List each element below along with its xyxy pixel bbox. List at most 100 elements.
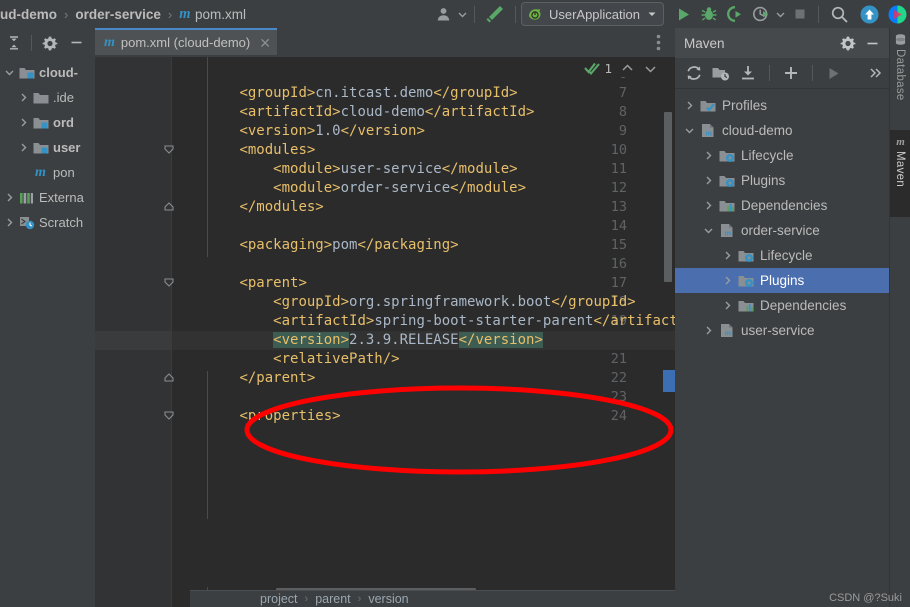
code-token: </version> xyxy=(458,332,543,348)
scratches-icon xyxy=(17,215,36,230)
run-configuration-selector[interactable]: UserApplication xyxy=(520,2,664,26)
update-arrow-icon[interactable] xyxy=(854,2,884,26)
maven-m-icon: m xyxy=(35,164,46,180)
chevron-right-icon[interactable] xyxy=(700,150,717,161)
collapse-all-icon[interactable] xyxy=(3,31,25,55)
maven-tree-item[interactable]: Dependencies xyxy=(675,193,890,218)
breadcrumb-parent[interactable]: parent xyxy=(315,592,350,606)
minimize-icon[interactable] xyxy=(860,31,884,55)
project-tree-item[interactable]: user xyxy=(0,135,95,160)
maven-tree-item[interactable]: m order-service xyxy=(675,218,890,243)
stripe-tab-database[interactable]: Database xyxy=(890,28,910,131)
stop-square-icon[interactable] xyxy=(787,2,813,26)
gear-icon[interactable] xyxy=(836,31,860,55)
code-line: <groupId>org.springframework.boot</group… xyxy=(172,293,635,312)
chevron-right-icon[interactable] xyxy=(719,300,736,311)
breadcrumb-item-file[interactable]: pom.xml xyxy=(195,7,246,22)
ide-logo-icon[interactable] xyxy=(884,2,910,26)
chevrons-right-icon[interactable] xyxy=(862,61,890,85)
code-token: </groupId> xyxy=(433,85,518,101)
search-icon[interactable] xyxy=(824,2,854,26)
gear-icon[interactable] xyxy=(38,31,62,55)
chevron-right-icon[interactable] xyxy=(700,175,717,186)
maven-tree-item-label: cloud-demo xyxy=(722,123,793,138)
download-icon[interactable] xyxy=(736,61,762,85)
breadcrumb-project[interactable]: project xyxy=(260,592,298,606)
maven-tree-item[interactable]: Plugins xyxy=(675,168,890,193)
inspection-widget[interactable]: 1 xyxy=(582,60,659,77)
maven-tree: Profiles m cloud-demo Lifecycle Plugins Depen… xyxy=(675,89,890,343)
breadcrumb: ud-demo › order-service › m pom.xml xyxy=(0,0,246,28)
panel-divider xyxy=(31,34,32,51)
maven-tree-item[interactable]: Profiles xyxy=(675,93,890,118)
project-tree-item[interactable]: m pon xyxy=(0,160,95,185)
more-vertical-icon[interactable] xyxy=(656,28,661,57)
project-tree-item[interactable]: Scratch xyxy=(0,210,95,235)
project-tree-item[interactable]: cloud- xyxy=(0,60,95,85)
project-tool-window: cloud- .ide ord user m pon Externa Scratch xyxy=(0,28,95,607)
maven-tree-item[interactable]: m user-service xyxy=(675,318,890,343)
profiler-icon[interactable] xyxy=(748,2,774,26)
editor-vertical-scrollbar[interactable] xyxy=(664,112,672,282)
chevron-right-icon[interactable] xyxy=(2,217,17,228)
maven-tree-item[interactable]: Lifecycle xyxy=(675,243,890,268)
chevron-right-icon[interactable] xyxy=(700,325,717,336)
debug-bug-icon[interactable] xyxy=(696,2,722,26)
code-line: <relativePath/> xyxy=(172,350,399,369)
run-with-coverage-icon[interactable] xyxy=(722,2,748,26)
code-token: </module> xyxy=(450,180,527,196)
run-play-icon[interactable] xyxy=(821,61,847,85)
project-tree-item-label: cloud- xyxy=(39,65,78,80)
maven-tree-item-selected[interactable]: Plugins xyxy=(675,268,890,293)
maven-tool-window: Maven Profiles m cloud-demo Lifecycle Pl… xyxy=(675,28,890,607)
code-token: cloud-demo xyxy=(340,104,425,120)
chevron-right-icon[interactable] xyxy=(16,117,31,128)
chevron-down-icon[interactable] xyxy=(457,2,469,26)
chevron-down-icon[interactable] xyxy=(681,125,698,136)
code-content[interactable]: <groupId>cn.itcast.demo</groupId> <artif… xyxy=(172,57,675,607)
maven-tree-item-label: Lifecycle xyxy=(760,248,813,263)
chevron-right-icon[interactable] xyxy=(719,275,736,286)
code-editor[interactable]: 6789101112131415161718192021222324 <grou… xyxy=(95,57,675,607)
chevron-right-icon[interactable] xyxy=(681,100,698,111)
ide-window: ud-demo › order-service › m pom.xml User… xyxy=(0,0,910,607)
chevron-down-icon[interactable] xyxy=(774,2,787,26)
code-line: <groupId>cn.itcast.demo</groupId> xyxy=(172,84,518,103)
maven-tree-item[interactable]: m cloud-demo xyxy=(675,118,890,143)
project-tree-item-label: Scratch xyxy=(39,215,84,230)
chevron-down-icon[interactable] xyxy=(700,225,717,236)
stripe-tab-maven[interactable]: m Maven xyxy=(890,130,910,217)
chevron-right-icon[interactable] xyxy=(16,92,31,103)
breadcrumb-item-module[interactable]: order-service xyxy=(75,7,161,22)
maven-tree-item[interactable]: Dependencies xyxy=(675,293,890,318)
chevron-down-icon[interactable] xyxy=(2,67,17,78)
project-tree-item[interactable]: ord xyxy=(0,110,95,135)
maven-project-icon: m xyxy=(698,123,718,138)
chevron-up-icon[interactable] xyxy=(621,62,634,75)
minimize-icon[interactable] xyxy=(64,31,88,55)
chevron-right-icon[interactable] xyxy=(719,250,736,261)
add-folder-icon[interactable] xyxy=(708,61,734,85)
svg-text:m: m xyxy=(706,128,713,138)
breadcrumb-version[interactable]: version xyxy=(368,592,408,606)
project-tree-item[interactable]: .ide xyxy=(0,85,95,110)
reload-icon[interactable] xyxy=(682,61,706,85)
maven-tree-item[interactable]: Lifecycle xyxy=(675,143,890,168)
breadcrumb-item-project[interactable]: ud-demo xyxy=(0,7,57,22)
plus-icon[interactable] xyxy=(778,61,804,85)
chevron-down-icon[interactable] xyxy=(644,62,657,75)
hammer-icon[interactable] xyxy=(480,2,510,26)
project-tree-item[interactable]: Externa xyxy=(0,185,95,210)
person-icon[interactable] xyxy=(431,2,457,26)
editor-tab-pom-xml[interactable]: m pom.xml (cloud-demo) ✕ xyxy=(95,28,277,55)
maven-panel-toolbar xyxy=(675,58,890,89)
run-play-icon[interactable] xyxy=(670,2,696,26)
chevron-right-icon[interactable] xyxy=(2,192,17,203)
close-icon[interactable]: ✕ xyxy=(259,36,271,50)
project-tree-item-label: Externa xyxy=(39,190,84,205)
chevron-right-icon[interactable] xyxy=(16,142,31,153)
chevron-right-icon[interactable] xyxy=(700,200,717,211)
folder-icon xyxy=(31,91,50,105)
